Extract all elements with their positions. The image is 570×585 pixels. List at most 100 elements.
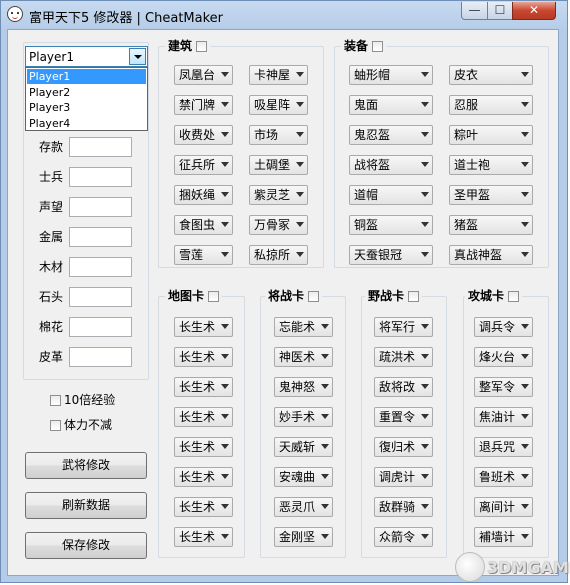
equipment-item-select[interactable]: 鬼忍盔 bbox=[349, 125, 433, 145]
siege-card-item-select[interactable]: 烽火台 bbox=[474, 347, 533, 367]
general-card-item-select[interactable]: 安魂曲 bbox=[274, 467, 333, 487]
building-checkbox[interactable] bbox=[196, 40, 208, 52]
general-card-title[interactable]: 将战卡 bbox=[265, 289, 323, 303]
card-modify-button[interactable]: 武将修改 bbox=[25, 452, 147, 479]
equipment-item-select[interactable]: 战将盔 bbox=[349, 155, 433, 175]
equipment-item-select[interactable]: 道士袍 bbox=[449, 155, 533, 175]
field-card-title[interactable]: 野战卡 bbox=[365, 289, 423, 303]
resource-input[interactable] bbox=[69, 197, 132, 217]
building-item-select[interactable]: 凤凰台 bbox=[174, 65, 233, 85]
maximize-button[interactable]: ☐ bbox=[487, 2, 513, 20]
stamina-checkbox[interactable] bbox=[50, 420, 61, 431]
general-card-checkbox[interactable] bbox=[308, 290, 320, 302]
player-option[interactable]: Player3 bbox=[27, 100, 146, 115]
map-card-title[interactable]: 地图卡 bbox=[165, 289, 223, 303]
general-card-item-select[interactable]: 妙手术 bbox=[274, 407, 333, 427]
general-card-item-select[interactable]: 恶灵爪 bbox=[274, 497, 333, 517]
equipment-item-select[interactable]: 粽叶 bbox=[449, 125, 533, 145]
equipment-item-select-value: 圣甲盔 bbox=[454, 188, 491, 202]
exp10-option[interactable]: 10倍经验 bbox=[50, 393, 115, 407]
general-card-item-select[interactable]: 忘能术 bbox=[274, 317, 333, 337]
resource-input[interactable] bbox=[69, 287, 132, 307]
building-item-select[interactable]: 吸星阵 bbox=[249, 95, 308, 115]
player-option[interactable]: Player1 bbox=[27, 69, 146, 84]
stamina-option[interactable]: 体力不减 bbox=[50, 418, 112, 432]
map-card-item-select[interactable]: 长生术 bbox=[174, 347, 233, 367]
resource-input[interactable] bbox=[69, 257, 132, 277]
building-item-select[interactable]: 土碉堡 bbox=[249, 155, 308, 175]
save-changes-button[interactable]: 保存修改 bbox=[25, 532, 147, 559]
resource-input[interactable] bbox=[69, 167, 132, 187]
field-card-item-select[interactable]: 将军行 bbox=[374, 317, 433, 337]
map-card-checkbox[interactable] bbox=[208, 290, 220, 302]
refresh-data-button[interactable]: 刷新数据 bbox=[25, 492, 147, 519]
minimize-button[interactable]: — bbox=[461, 2, 488, 20]
equipment-item-select-value: 鬼忍盔 bbox=[354, 128, 391, 142]
field-card-item-select[interactable]: 调虎计 bbox=[374, 467, 433, 487]
siege-card-title[interactable]: 攻城卡 bbox=[465, 289, 523, 303]
building-item-select[interactable]: 雪莲 bbox=[174, 245, 233, 265]
general-card-item-select[interactable]: 天威斩 bbox=[274, 437, 333, 457]
exp10-checkbox[interactable] bbox=[50, 395, 61, 406]
resource-input[interactable] bbox=[69, 347, 132, 367]
field-card-item-select[interactable]: 復归术 bbox=[374, 437, 433, 457]
general-card-item-select[interactable]: 神医术 bbox=[274, 347, 333, 367]
map-card-item-select[interactable]: 长生术 bbox=[174, 407, 233, 427]
player-dropdown-button[interactable] bbox=[129, 48, 146, 65]
building-item-select[interactable]: 收费处 bbox=[174, 125, 233, 145]
siege-card-item-select[interactable]: 鲁班术 bbox=[474, 467, 533, 487]
equipment-checkbox[interactable] bbox=[372, 40, 384, 52]
equipment-item-select[interactable]: 铜盔 bbox=[349, 215, 433, 235]
player-option[interactable]: Player4 bbox=[27, 116, 146, 131]
siege-card-item-select[interactable]: 焦油计 bbox=[474, 407, 533, 427]
equipment-item-select[interactable]: 蚰形帽 bbox=[349, 65, 433, 85]
building-item-select[interactable]: 食图虫 bbox=[174, 215, 233, 235]
close-button[interactable]: ✕ bbox=[512, 2, 556, 20]
equipment-item-select[interactable]: 道帽 bbox=[349, 185, 433, 205]
equipment-item-select[interactable]: 猪盔 bbox=[449, 215, 533, 235]
equipment-item-select[interactable]: 鬼面 bbox=[349, 95, 433, 115]
siege-card-item-select[interactable]: 補墙计 bbox=[474, 527, 533, 547]
building-title[interactable]: 建筑 bbox=[165, 39, 211, 53]
field-card-item-select-value: 重置令 bbox=[379, 410, 416, 424]
player-select[interactable]: Player1 bbox=[25, 46, 148, 67]
resource-input[interactable] bbox=[69, 137, 132, 157]
general-card-item-select[interactable]: 金刚坚 bbox=[274, 527, 333, 547]
field-card-item-select[interactable]: 敌将改 bbox=[374, 377, 433, 397]
map-card-item-select[interactable]: 长生术 bbox=[174, 437, 233, 457]
equipment-item-select[interactable]: 圣甲盔 bbox=[449, 185, 533, 205]
building-item-select[interactable]: 征兵所 bbox=[174, 155, 233, 175]
map-card-item-select[interactable]: 长生术 bbox=[174, 377, 233, 397]
building-item-select[interactable]: 万骨冢 bbox=[249, 215, 308, 235]
player-option[interactable]: Player2 bbox=[27, 85, 146, 100]
equipment-item-select[interactable]: 天蚕银冠 bbox=[349, 245, 433, 265]
field-card-item-select[interactable]: 疏洪术 bbox=[374, 347, 433, 367]
field-card-checkbox[interactable] bbox=[408, 290, 420, 302]
field-card-item-select[interactable]: 敌群骑 bbox=[374, 497, 433, 517]
building-item-select[interactable]: 禁门牌 bbox=[174, 95, 233, 115]
siege-card-item-select[interactable]: 整军令 bbox=[474, 377, 533, 397]
building-item-select[interactable]: 捆妖绳 bbox=[174, 185, 233, 205]
equipment-item-select[interactable]: 忍服 bbox=[449, 95, 533, 115]
building-item-select[interactable]: 紫灵芝 bbox=[249, 185, 308, 205]
siege-card-checkbox[interactable] bbox=[508, 290, 520, 302]
field-card-item-select[interactable]: 重置令 bbox=[374, 407, 433, 427]
general-card-item-select[interactable]: 鬼神怒 bbox=[274, 377, 333, 397]
equipment-item-select[interactable]: 皮衣 bbox=[449, 65, 533, 85]
siege-card-item-select[interactable]: 调兵令 bbox=[474, 317, 533, 337]
building-item-select[interactable]: 卡神屋 bbox=[249, 65, 308, 85]
field-card-item-select[interactable]: 众箭令 bbox=[374, 527, 433, 547]
resource-input[interactable] bbox=[69, 317, 132, 337]
siege-card-item-select[interactable]: 离间计 bbox=[474, 497, 533, 517]
map-card-item-select[interactable]: 长生术 bbox=[174, 497, 233, 517]
building-item-select[interactable]: 私掠所 bbox=[249, 245, 308, 265]
equipment-title[interactable]: 装备 bbox=[341, 39, 387, 53]
equipment-item-select[interactable]: 真战神盔 bbox=[449, 245, 533, 265]
siege-card-item-select[interactable]: 退兵咒 bbox=[474, 437, 533, 457]
map-card-item-select[interactable]: 长生术 bbox=[174, 527, 233, 547]
chevron-down-icon bbox=[421, 102, 429, 107]
building-item-select[interactable]: 市场 bbox=[249, 125, 308, 145]
map-card-item-select[interactable]: 长生术 bbox=[174, 317, 233, 337]
map-card-item-select[interactable]: 长生术 bbox=[174, 467, 233, 487]
resource-input[interactable] bbox=[69, 227, 132, 247]
